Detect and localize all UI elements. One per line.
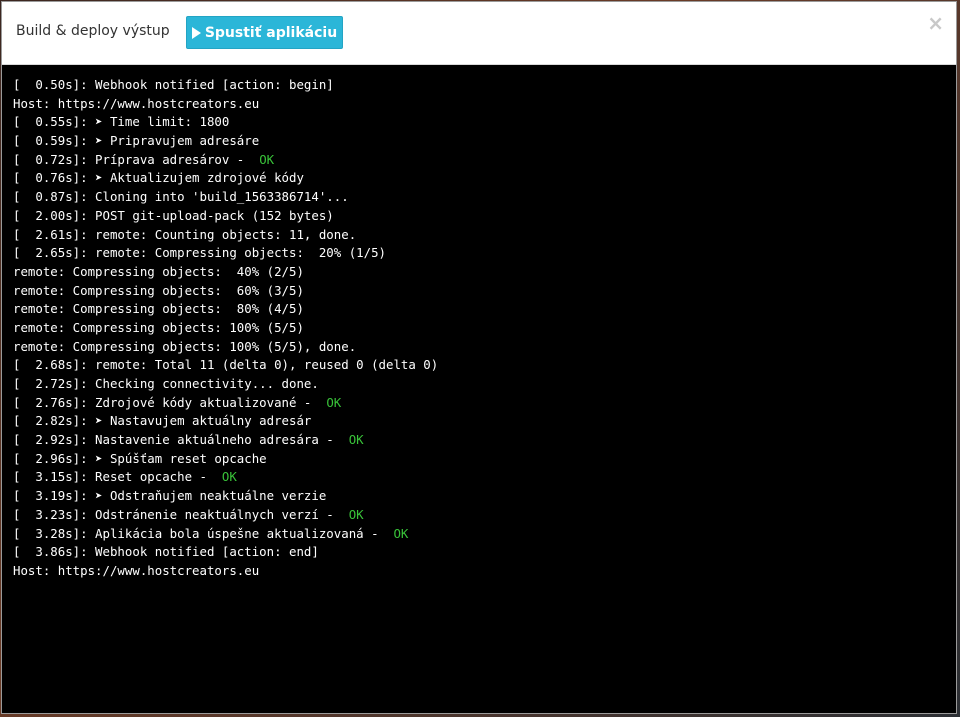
console-line: [ 2.72s]: Checking connectivity... done. — [13, 375, 956, 394]
status-ok-label: OK — [326, 394, 342, 410]
console-line: [ 3.15s]: Reset opcache - OK — [13, 468, 956, 487]
play-icon — [191, 26, 201, 39]
console-line-text: Host: https://www.hostcreators.eu — [13, 95, 260, 111]
console-line-text: [ 0.87s]: Cloning into 'build_1563386714… — [13, 189, 349, 205]
console-line: [ 2.68s]: remote: Total 11 (delta 0), re… — [13, 356, 956, 375]
console-line: [ 0.50s]: Webhook notified [action: begi… — [13, 76, 956, 95]
console-line-text: remote: Compressing objects: 60% (3/5) — [13, 282, 304, 298]
console-line-text: remote: Compressing objects: 100% (5/5),… — [13, 338, 357, 354]
console-line: remote: Compressing objects: 60% (3/5) — [13, 282, 956, 301]
console-output: [ 0.50s]: Webhook notified [action: begi… — [2, 65, 956, 713]
console-line-text: [ 0.59s]: ➤ Pripravujem adresáre — [13, 133, 260, 149]
status-ok-label: OK — [259, 151, 275, 167]
status-ok-label: OK — [221, 469, 237, 485]
console-line-text: [ 0.76s]: ➤ Aktualizujem zdrojové kódy — [13, 170, 304, 186]
console-line-text: [ 2.72s]: Checking connectivity... done. — [13, 376, 319, 391]
console-line: [ 2.92s]: Nastavenie aktuálneho adresára… — [13, 431, 956, 450]
console-line: [ 3.28s]: Aplikácia bola úspešne aktuali… — [13, 525, 956, 544]
console-line-text: [ 3.15s]: Reset opcache - — [13, 469, 222, 485]
console-line-text: [ 0.55s]: ➤ Time limit: 1800 — [13, 114, 230, 130]
deploy-output-modal: Build & deploy výstup Spustiť aplikáciu … — [1, 1, 957, 714]
console-line-text: [ 2.82s]: ➤ Nastavujem aktuálny adresár — [13, 413, 312, 429]
console-line-text: [ 2.61s]: remote: Counting objects: 11, … — [13, 226, 357, 242]
console-line: remote: Compressing objects: 100% (5/5),… — [13, 338, 956, 357]
console-line: [ 0.55s]: ➤ Time limit: 1800 — [13, 113, 956, 132]
console-line-text: [ 2.92s]: Nastavenie aktuálneho adresára… — [13, 432, 349, 448]
console-line-text: [ 0.72s]: Príprava adresárov - — [13, 151, 260, 167]
console-line-text: [ 3.23s]: Odstránenie neaktuálnych verzí… — [13, 506, 349, 522]
console-line: remote: Compressing objects: 80% (4/5) — [13, 300, 956, 319]
close-icon[interactable]: × — [927, 13, 944, 33]
console-line-text: [ 3.86s]: Webhook notified [action: end] — [13, 544, 319, 560]
console-line: [ 3.23s]: Odstránenie neaktuálnych verzí… — [13, 506, 956, 525]
console-line-text: [ 0.50s]: Webhook notified [action: begi… — [13, 77, 334, 92]
console-line: remote: Compressing objects: 40% (2/5) — [13, 263, 956, 282]
console-line: [ 0.87s]: Cloning into 'build_1563386714… — [13, 188, 956, 207]
console-line: Host: https://www.hostcreators.eu — [13, 95, 956, 114]
console-line: [ 2.96s]: ➤ Spúšťam reset opcache — [13, 450, 956, 469]
console-line-text: [ 2.68s]: remote: Total 11 (delta 0), re… — [13, 357, 439, 373]
console-line-text: remote: Compressing objects: 80% (4/5) — [13, 301, 304, 317]
console-line-text: [ 2.76s]: Zdrojové kódy aktualizované - — [13, 394, 327, 410]
modal-header: Build & deploy výstup Spustiť aplikáciu … — [2, 2, 956, 65]
console-line-text: remote: Compressing objects: 100% (5/5) — [13, 319, 304, 335]
run-application-button[interactable]: Spustiť aplikáciu — [186, 16, 343, 49]
console-line: [ 0.76s]: ➤ Aktualizujem zdrojové kódy — [13, 169, 956, 188]
console-line: remote: Compressing objects: 100% (5/5) — [13, 319, 956, 338]
console-line-text: [ 2.96s]: ➤ Spúšťam reset opcache — [13, 450, 267, 466]
console-line-text: remote: Compressing objects: 40% (2/5) — [13, 263, 304, 279]
console-line: [ 2.65s]: remote: Compressing objects: 2… — [13, 244, 956, 263]
console-line: [ 0.59s]: ➤ Pripravujem adresáre — [13, 132, 956, 151]
console-line: [ 0.72s]: Príprava adresárov - OK — [13, 151, 956, 170]
console-line-text: [ 3.28s]: Aplikácia bola úspešne aktuali… — [13, 525, 394, 541]
console-line: [ 2.76s]: Zdrojové kódy aktualizované - … — [13, 394, 956, 413]
status-ok-label: OK — [348, 506, 364, 522]
run-application-label: Spustiť aplikáciu — [204, 24, 338, 41]
status-ok-label: OK — [348, 432, 364, 448]
console-line-text: [ 2.00s]: POST git-upload-pack (152 byte… — [13, 207, 334, 223]
console-line: [ 2.61s]: remote: Counting objects: 11, … — [13, 226, 956, 245]
modal-title: Build & deploy výstup — [16, 23, 170, 39]
console-line: [ 3.19s]: ➤ Odstraňujem neaktuálne verzi… — [13, 487, 956, 506]
console-line-text: Host: https://www.hostcreators.eu — [13, 562, 260, 578]
console-line: Host: https://www.hostcreators.eu — [13, 562, 956, 581]
status-ok-label: OK — [393, 525, 409, 541]
console-line-text: [ 2.65s]: remote: Compressing objects: 2… — [13, 245, 386, 261]
console-line: [ 2.00s]: POST git-upload-pack (152 byte… — [13, 207, 956, 226]
console-line-text: [ 3.19s]: ➤ Odstraňujem neaktuálne verzi… — [13, 488, 327, 504]
console-line: [ 2.82s]: ➤ Nastavujem aktuálny adresár — [13, 412, 956, 431]
console-line: [ 3.86s]: Webhook notified [action: end] — [13, 543, 956, 562]
